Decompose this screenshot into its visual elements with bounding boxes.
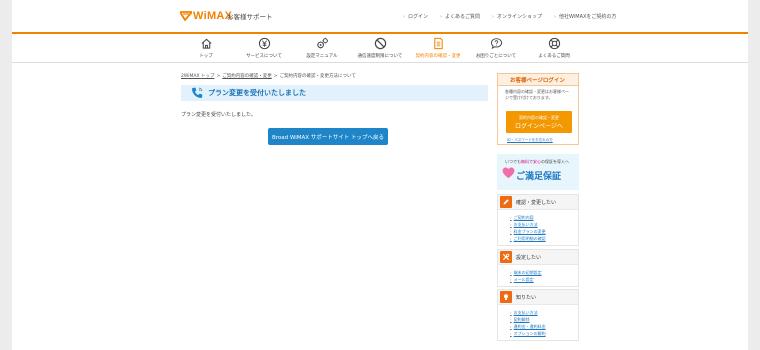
faq-link[interactable]: › よくあるご質問 [440, 13, 480, 21]
yen-icon [258, 37, 270, 50]
banner-title: ご満足保証 [516, 172, 562, 182]
site-name: お客様サポート [227, 13, 273, 21]
breadcrumb-separator: > [216, 74, 221, 79]
nav-item-top[interactable]: トップ [177, 34, 235, 62]
main-nav: トップ サービスについて 設定マニュアル 通信速度制限について 契約内容の確認・… [177, 34, 587, 62]
banner-tagline: いつでも無料で安心の保証を導入へ [505, 159, 569, 164]
phone-icon [192, 87, 203, 98]
header: WiMAX お客様サポート › ログイン › よくあるご質問 › オンラインショップ … [12, 0, 748, 32]
satisfaction-guarantee-banner[interactable]: いつでも無料で安心の保証を導入へ ご満足保証 [497, 154, 579, 190]
question-bubble-icon [490, 38, 502, 50]
confirmation-message: プラン変更を受付いたしました。 [181, 112, 257, 118]
tools-icon [500, 251, 512, 263]
header-links: › ログイン › よくあるご質問 › オンラインショップ › 他社WiMAXをご契約の方 [403, 13, 616, 21]
nav-divider [12, 62, 748, 63]
online-shop-link[interactable]: › オンラインショップ [492, 13, 542, 21]
breadcrumb-top-link[interactable]: 2WiMAX トップ [181, 74, 214, 79]
login-panel: お客様ページログイン 各種内容の確認・変更はお客様ページで受け付けております。 … [497, 73, 579, 145]
chevron-right-icon: › [440, 13, 443, 20]
lightbulb-icon [500, 291, 512, 303]
breadcrumb-current: ご契約内容の確認・変更方法について [279, 74, 356, 79]
menu-confirm-change: 確認・変更したい › ご契約内容 › お支払い方法 › 料金プランの変更 › ご利用明細… [497, 194, 579, 246]
menu-settings: 設定したい › 端末の初期設定 › メール設定 [497, 249, 579, 287]
lifebuoy-icon [548, 37, 560, 50]
home-icon [201, 38, 211, 49]
menu-header: 知りたい [498, 290, 578, 305]
login-link[interactable]: › ログイン [403, 13, 428, 21]
breadcrumb-separator: > [273, 74, 278, 79]
gears-icon [316, 37, 328, 49]
breadcrumb-contract-link[interactable]: ご契約内容の確認・変更 [222, 74, 272, 79]
page-title-bar: プラン変更を受付いたしました [181, 85, 488, 101]
menu-link[interactable]: › ご契約内容 [510, 214, 578, 221]
prohibited-icon [374, 37, 386, 50]
heart-icon [502, 167, 515, 179]
chevron-right-icon: › [554, 13, 557, 20]
wimax-logo[interactable]: WiMAX [180, 10, 232, 22]
menu-header: 設定したい [498, 250, 578, 265]
nav-item-contract[interactable]: 契約内容の確認・変更 [409, 34, 467, 62]
menu-list: › ご契約内容 › お支払い方法 › 料金プランの変更 › ご利用明細の確認 [498, 210, 578, 245]
menu-link[interactable]: › 料金プランの変更 [510, 228, 578, 235]
menu-list: › お支払い方法 › 契約解除 › 違約金・違約料金 › オプションの解約 [498, 305, 578, 340]
page-title: プラン変更を受付いたしました [208, 89, 306, 97]
menu-link[interactable]: › お支払い方法 [510, 309, 578, 316]
menu-link[interactable]: › 契約解除 [510, 316, 578, 323]
page: WiMAX お客様サポート › ログイン › よくあるご質問 › オンラインショップ … [12, 0, 748, 350]
chevron-right-icon: › [492, 13, 495, 20]
login-page-button[interactable]: 契約内容の確認・変更 ログインページへ [506, 111, 572, 133]
menu-header: 確認・変更したい [498, 195, 578, 210]
menu-link[interactable]: › 違約金・違約料金 [510, 323, 578, 330]
menu-link[interactable]: › オプションの解約 [510, 330, 578, 337]
nav-item-faq[interactable]: よくあるご質問 [525, 34, 583, 62]
sidebar: お客様ページログイン 各種内容の確認・変更はお客様ページで受け付けております。 … [497, 73, 579, 350]
menu-link[interactable]: › メール設定 [510, 276, 578, 283]
login-panel-description: 各種内容の確認・変更はお客様ページで受け付けております。 [505, 89, 569, 100]
nav-item-service[interactable]: サービスについて [235, 34, 293, 62]
nav-item-speed-limit[interactable]: 通信速度制限について [351, 34, 409, 62]
forgot-password-link[interactable]: ID・パスワードをお忘れの方 [507, 138, 553, 143]
breadcrumb: 2WiMAX トップ > ご契約内容の確認・変更 > ご契約内容の確認・変更方法について [181, 73, 356, 79]
other-wimax-link[interactable]: › 他社WiMAXをご契約の方 [554, 13, 616, 21]
menu-link[interactable]: › 端末の初期設定 [510, 269, 578, 276]
login-panel-title: お客様ページログイン [498, 74, 578, 86]
nav-item-trouble[interactable]: お困りごとについて [467, 34, 525, 62]
chevron-right-icon: › [403, 13, 405, 20]
menu-learn: 知りたい › お支払い方法 › 契約解除 › 違約金・違約料金 › オプションの解約 [497, 289, 579, 341]
menu-list: › 端末の初期設定 › メール設定 [498, 265, 578, 286]
pencil-icon [500, 196, 512, 208]
back-to-top-button[interactable]: Broad WiMAX サポートサイト トップへ戻る [268, 128, 388, 145]
menu-link[interactable]: › ご利用明細の確認 [510, 235, 578, 242]
menu-link[interactable]: › お支払い方法 [510, 221, 578, 228]
nav-item-manual[interactable]: 設定マニュアル [293, 34, 351, 62]
wimax-logo-mark-icon [180, 11, 192, 21]
document-icon [433, 37, 443, 50]
